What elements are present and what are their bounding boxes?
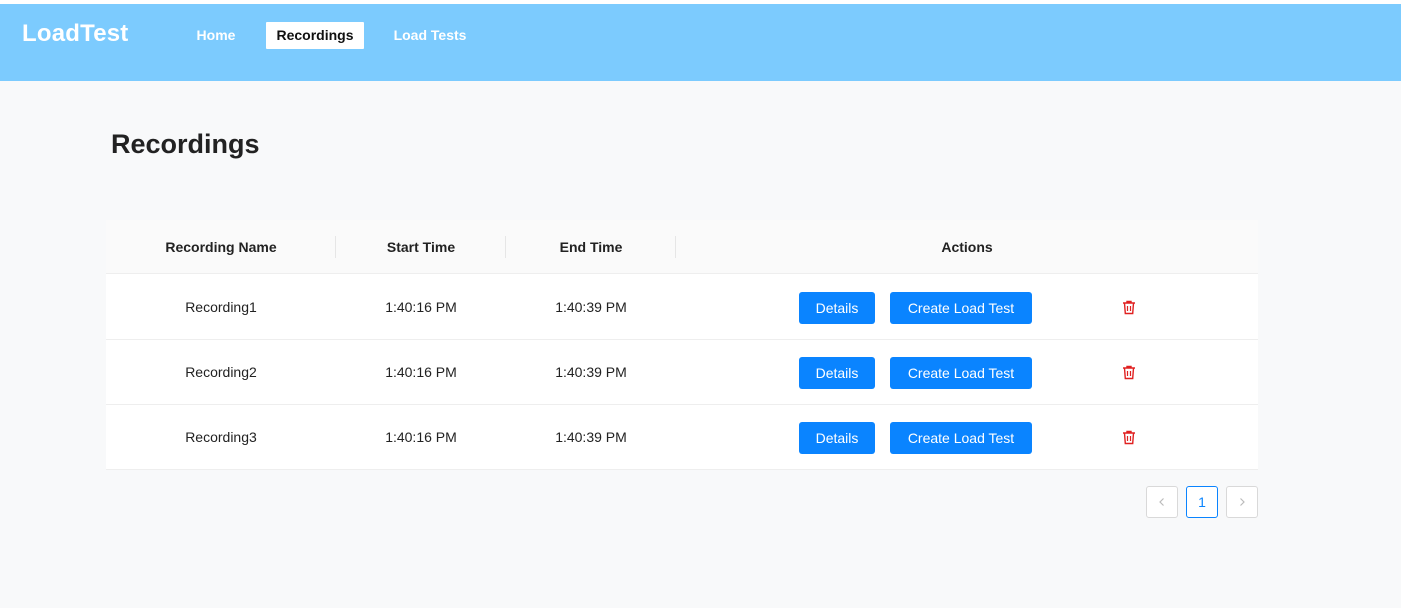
- pagination-prev-button[interactable]: [1146, 486, 1178, 518]
- column-header-end-time: End Time: [559, 239, 623, 255]
- details-button[interactable]: Details: [799, 357, 875, 389]
- create-load-test-button[interactable]: Create Load Test: [890, 357, 1032, 389]
- app-logo[interactable]: LoadTest: [22, 20, 129, 48]
- recording-name-cell: Recording1: [185, 299, 257, 315]
- details-button[interactable]: Details: [799, 422, 875, 454]
- start-time-cell: 1:40:16 PM: [385, 299, 457, 315]
- create-load-test-button[interactable]: Create Load Test: [890, 422, 1032, 454]
- recording-name-cell: Recording3: [185, 429, 257, 445]
- pagination-next-button[interactable]: [1226, 486, 1258, 518]
- top-header: LoadTest Home Recordings Load Tests: [0, 4, 1401, 81]
- page-title: Recordings: [111, 129, 260, 159]
- column-header-actions: Actions: [941, 239, 993, 255]
- trash-icon[interactable]: [1122, 365, 1136, 380]
- create-load-test-button[interactable]: Create Load Test: [890, 292, 1032, 324]
- details-button[interactable]: Details: [799, 292, 875, 324]
- trash-icon[interactable]: [1122, 300, 1136, 315]
- end-time-cell: 1:40:39 PM: [555, 364, 627, 380]
- table-row: Recording1 1:40:16 PM 1:40:39 PM Details…: [106, 275, 1258, 340]
- recordings-table: Recording Name Start Time End Time Actio…: [106, 220, 1258, 470]
- pagination-page-current[interactable]: 1: [1186, 486, 1218, 518]
- trash-icon[interactable]: [1122, 430, 1136, 445]
- column-header-start-time: Start Time: [386, 239, 456, 255]
- end-time-cell: 1:40:39 PM: [555, 299, 627, 315]
- end-time-cell: 1:40:39 PM: [555, 429, 627, 445]
- table-row: Recording2 1:40:16 PM 1:40:39 PM Details…: [106, 340, 1258, 405]
- nav-load-tests[interactable]: Load Tests: [382, 22, 478, 49]
- start-time-cell: 1:40:16 PM: [385, 429, 457, 445]
- chevron-left-icon: [1159, 498, 1164, 506]
- recording-name-cell: Recording2: [185, 364, 257, 380]
- start-time-cell: 1:40:16 PM: [385, 364, 457, 380]
- nav-home[interactable]: Home: [186, 22, 246, 49]
- column-header-recording-name: Recording Name: [165, 239, 277, 255]
- chevron-right-icon: [1240, 498, 1245, 506]
- table-row: Recording3 1:40:16 PM 1:40:39 PM Details…: [106, 405, 1258, 470]
- nav-recordings[interactable]: Recordings: [266, 22, 364, 49]
- table-header: Recording Name Start Time End Time Actio…: [106, 220, 1258, 274]
